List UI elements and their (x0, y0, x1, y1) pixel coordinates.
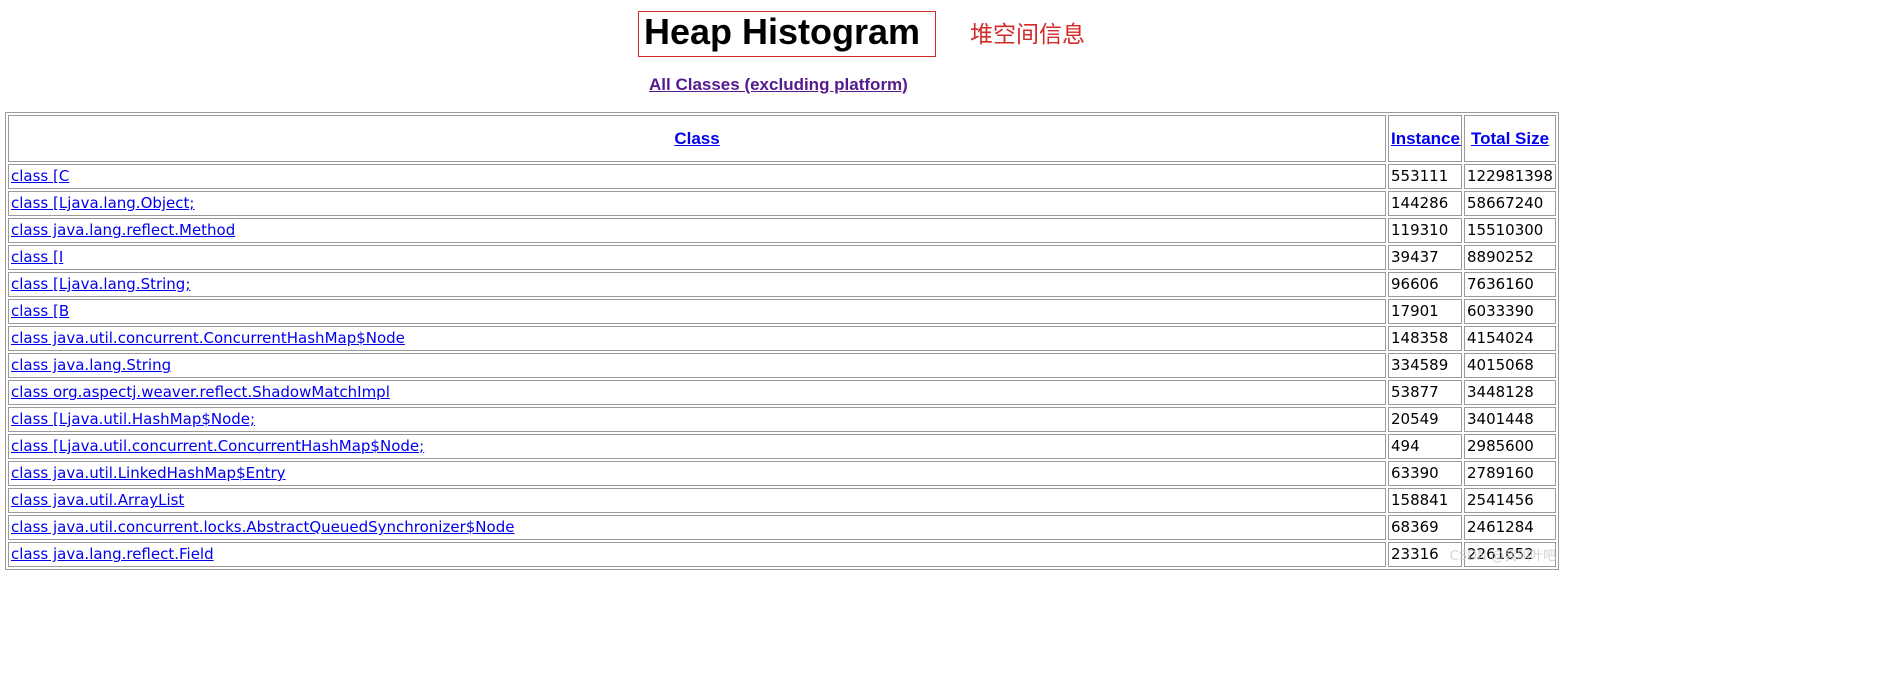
class-link[interactable]: class [B (11, 302, 69, 320)
instance-count-cell: 119310 (1388, 218, 1462, 243)
total-size-cell: 2985600 (1464, 434, 1556, 459)
table-row: class java.lang.reflect.Method 119310 1551… (8, 218, 1556, 243)
column-header-class: Class (8, 115, 1386, 162)
table-row: class [B 17901 6033390 (8, 299, 1556, 324)
table-header-row: Class Instance Count Total Size (8, 115, 1556, 162)
class-cell: class [B (8, 299, 1386, 324)
class-cell: class [C (8, 164, 1386, 189)
class-link[interactable]: class [I (11, 248, 63, 266)
column-header-instance-count: Instance Count (1388, 115, 1462, 162)
class-link[interactable]: class java.lang.reflect.Method (11, 221, 235, 239)
table-row: class [Ljava.util.HashMap$Node; 20549 3401… (8, 407, 1556, 432)
instance-count-cell: 96606 (1388, 272, 1462, 297)
table-row: class java.lang.String 334589 4015068 (8, 353, 1556, 378)
total-size-cell: 6033390 (1464, 299, 1556, 324)
instance-count-cell: 334589 (1388, 353, 1462, 378)
class-cell: class java.util.concurrent.ConcurrentHas… (8, 326, 1386, 351)
class-link[interactable]: class java.lang.String (11, 356, 171, 374)
class-cell: class [Ljava.lang.String; (8, 272, 1386, 297)
total-size-cell: 7636160 (1464, 272, 1556, 297)
class-cell: class [Ljava.lang.Object; (8, 191, 1386, 216)
instance-count-cell: 144286 (1388, 191, 1462, 216)
class-link[interactable]: class [Ljava.lang.String; (11, 275, 190, 293)
table-row: class [I 39437 8890252 (8, 245, 1556, 270)
class-link[interactable]: class org.aspectj.weaver.reflect.ShadowM… (11, 383, 390, 401)
table-row: class java.util.LinkedHashMap$Entry 63390… (8, 461, 1556, 486)
instance-count-cell: 68369 (1388, 515, 1462, 540)
table-body: class [C 553111 122981398 class [Ljava.lang… (8, 164, 1556, 567)
class-link[interactable]: class java.util.ArrayList (11, 491, 184, 509)
class-cell: class [Ljava.util.HashMap$Node; (8, 407, 1386, 432)
table-row: class java.lang.reflect.Field 23316 226165… (8, 542, 1556, 567)
total-size-cell: 4015068 (1464, 353, 1556, 378)
class-cell: class java.lang.String (8, 353, 1386, 378)
sort-by-class-link[interactable]: Class (674, 129, 719, 148)
total-size-cell: 3401448 (1464, 407, 1556, 432)
total-size-cell: 2789160 (1464, 461, 1556, 486)
total-size-cell: 8890252 (1464, 245, 1556, 270)
class-link[interactable]: class java.util.concurrent.locks.Abstrac… (11, 518, 514, 536)
instance-count-cell: 158841 (1388, 488, 1462, 513)
table-row: class [Ljava.lang.Object; 144286 58667240 (8, 191, 1556, 216)
class-cell: class java.lang.reflect.Field (8, 542, 1386, 567)
heap-histogram-table: Class Instance Count Total Size class [C… (5, 112, 1559, 570)
page-title: Heap Histogram (644, 11, 921, 52)
class-cell: class [I (8, 245, 1386, 270)
class-link[interactable]: class [Ljava.util.HashMap$Node; (11, 410, 255, 428)
class-link[interactable]: class [C (11, 167, 69, 185)
instance-count-cell: 63390 (1388, 461, 1462, 486)
instance-count-cell: 553111 (1388, 164, 1462, 189)
class-cell: class java.util.LinkedHashMap$Entry (8, 461, 1386, 486)
total-size-cell: 15510300 (1464, 218, 1556, 243)
instance-count-cell: 39437 (1388, 245, 1462, 270)
table-row: class java.util.concurrent.locks.Abstrac… (8, 515, 1556, 540)
total-size-cell: 2541456 (1464, 488, 1556, 513)
instance-count-cell: 20549 (1388, 407, 1462, 432)
instance-count-cell: 53877 (1388, 380, 1462, 405)
class-cell: class java.util.concurrent.locks.Abstrac… (8, 515, 1386, 540)
class-cell: class org.aspectj.weaver.reflect.ShadowM… (8, 380, 1386, 405)
title-annotation: 堆空间信息 (970, 22, 1085, 48)
class-link[interactable]: class java.util.concurrent.ConcurrentHas… (11, 329, 405, 347)
all-classes-link[interactable]: All Classes (excluding platform) (649, 74, 908, 96)
class-link[interactable]: class java.util.LinkedHashMap$Entry (11, 464, 286, 482)
total-size-cell: 2461284 (1464, 515, 1556, 540)
class-link[interactable]: class java.lang.reflect.Field (11, 545, 214, 563)
watermark: CSDN @我叫叶吧 (1449, 549, 1556, 564)
instance-count-cell: 494 (1388, 434, 1462, 459)
total-size-cell: 4154024 (1464, 326, 1556, 351)
table-row: class [Ljava.util.concurrent.ConcurrentH… (8, 434, 1556, 459)
total-size-cell: 58667240 (1464, 191, 1556, 216)
class-link[interactable]: class [Ljava.util.concurrent.ConcurrentH… (11, 437, 424, 455)
class-link[interactable]: class [Ljava.lang.Object; (11, 194, 194, 212)
total-size-cell: 122981398 (1464, 164, 1556, 189)
instance-count-cell: 148358 (1388, 326, 1462, 351)
instance-count-cell: 17901 (1388, 299, 1462, 324)
total-size-cell: 3448128 (1464, 380, 1556, 405)
class-cell: class java.lang.reflect.Method (8, 218, 1386, 243)
sort-by-instance-count-link[interactable]: Instance Count (1391, 129, 1461, 148)
table-row: class java.util.concurrent.ConcurrentHas… (8, 326, 1556, 351)
table-row: class [Ljava.lang.String; 96606 7636160 (8, 272, 1556, 297)
table-row: class java.util.ArrayList 158841 2541456 (8, 488, 1556, 513)
sort-by-total-size-link[interactable]: Total Size (1471, 129, 1549, 148)
heap-histogram-page: Heap Histogram 堆空间信息 All Classes (exclud… (0, 0, 1568, 572)
column-header-total-size: Total Size (1464, 115, 1556, 162)
class-cell: class [Ljava.util.concurrent.ConcurrentH… (8, 434, 1386, 459)
table-row: class org.aspectj.weaver.reflect.ShadowM… (8, 380, 1556, 405)
class-cell: class java.util.ArrayList (8, 488, 1386, 513)
table-row: class [C 553111 122981398 (8, 164, 1556, 189)
